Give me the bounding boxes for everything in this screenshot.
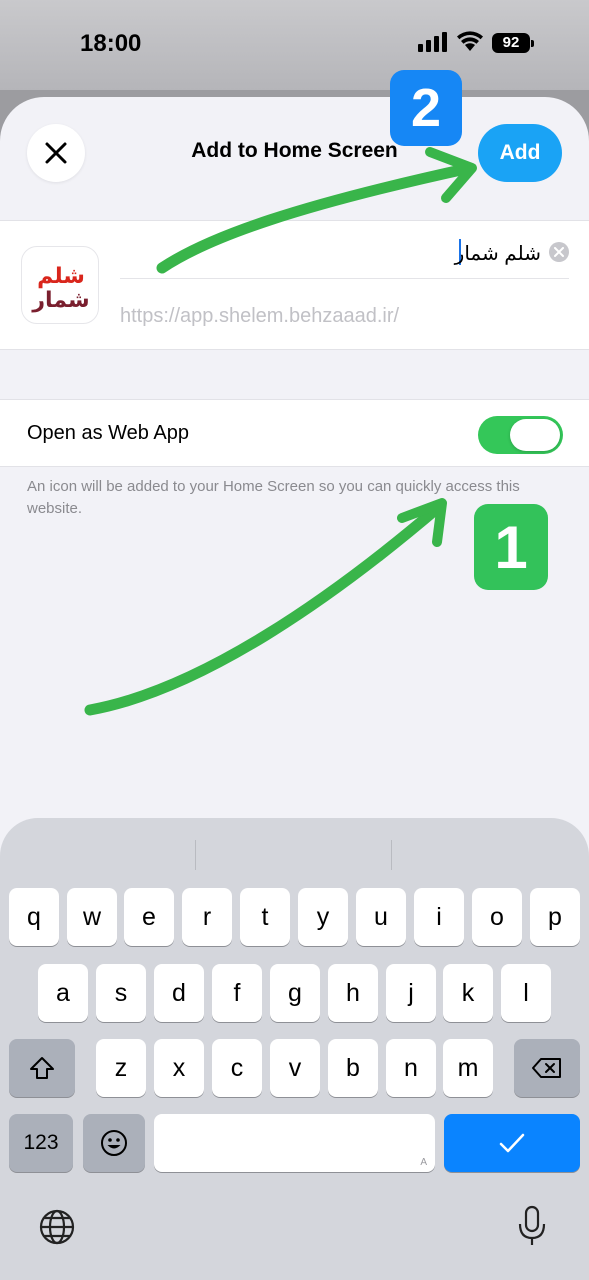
backspace-key[interactable] xyxy=(514,1039,580,1097)
key-b[interactable]: b xyxy=(328,1039,378,1097)
key-j[interactable]: j xyxy=(386,964,436,1022)
key-r[interactable]: r xyxy=(182,888,232,946)
clear-text-icon[interactable] xyxy=(549,242,569,262)
suggestion-divider xyxy=(391,840,392,870)
key-e[interactable]: e xyxy=(124,888,174,946)
key-i[interactable]: i xyxy=(414,888,464,946)
svg-text:شلم: شلم xyxy=(37,264,85,289)
shift-icon xyxy=(30,1057,54,1079)
key-y[interactable]: y xyxy=(298,888,348,946)
keyboard: q w e r t y u i o p a s d f g h j k l z … xyxy=(0,818,589,1280)
key-h[interactable]: h xyxy=(328,964,378,1022)
step-2-badge: 2 xyxy=(390,70,462,146)
add-button[interactable]: Add xyxy=(478,124,562,182)
toggle-knob xyxy=(510,419,560,451)
web-app-toggle[interactable] xyxy=(478,416,563,454)
svg-text:شمار: شمار xyxy=(31,288,89,313)
app-icon: شلم شمار xyxy=(21,246,99,324)
cellular-signal-icon xyxy=(418,32,450,52)
clock: 18:00 xyxy=(80,30,142,57)
key-l[interactable]: l xyxy=(501,964,551,1022)
app-logo-icon: شلم شمار xyxy=(31,264,89,313)
microphone-icon[interactable] xyxy=(516,1204,548,1248)
key-k[interactable]: k xyxy=(443,964,493,1022)
app-info-card: شلم شمار شلم شمار https://app.shelem.beh… xyxy=(0,220,589,350)
key-d[interactable]: d xyxy=(154,964,204,1022)
key-p[interactable]: p xyxy=(530,888,580,946)
key-v[interactable]: v xyxy=(270,1039,320,1097)
key-c[interactable]: c xyxy=(212,1039,262,1097)
key-w[interactable]: w xyxy=(67,888,117,946)
key-g[interactable]: g xyxy=(270,964,320,1022)
emoji-icon xyxy=(101,1130,127,1156)
key-q[interactable]: q xyxy=(9,888,59,946)
key-m[interactable]: m xyxy=(443,1039,493,1097)
shift-key[interactable] xyxy=(9,1039,75,1097)
web-app-label: Open as Web App xyxy=(27,422,189,444)
wifi-icon xyxy=(457,31,483,51)
key-n[interactable]: n xyxy=(386,1039,436,1097)
suggestion-divider xyxy=(195,840,196,870)
app-url: https://app.shelem.behzaaad.ir/ xyxy=(120,305,400,327)
status-bar: 18:00 92 xyxy=(0,0,589,90)
key-x[interactable]: x xyxy=(154,1039,204,1097)
space-bar[interactable]: A xyxy=(154,1114,435,1172)
key-o[interactable]: o xyxy=(472,888,522,946)
key-f[interactable]: f xyxy=(212,964,262,1022)
done-key[interactable] xyxy=(444,1114,580,1172)
key-a[interactable]: a xyxy=(38,964,88,1022)
emoji-key[interactable] xyxy=(83,1114,145,1172)
step-1-badge: 1 xyxy=(474,504,548,590)
key-z[interactable]: z xyxy=(96,1039,146,1097)
app-name-value: شلم شمار xyxy=(454,243,541,265)
globe-icon[interactable] xyxy=(38,1208,76,1246)
checkmark-icon xyxy=(499,1133,525,1153)
web-app-row: Open as Web App xyxy=(0,399,589,467)
app-name-input[interactable]: شلم شمار xyxy=(120,229,569,279)
key-s[interactable]: s xyxy=(96,964,146,1022)
key-t[interactable]: t xyxy=(240,888,290,946)
numbers-key[interactable]: 123 xyxy=(9,1114,73,1172)
battery-indicator: 92 xyxy=(492,33,534,53)
backspace-icon xyxy=(532,1058,561,1078)
key-u[interactable]: u xyxy=(356,888,406,946)
